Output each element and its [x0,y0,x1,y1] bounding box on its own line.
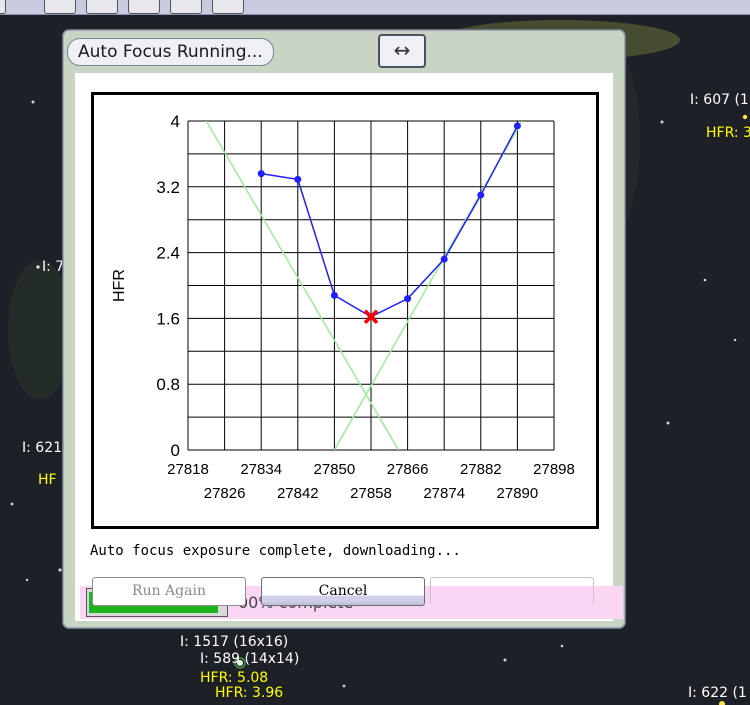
star-hfr-label: HF [38,472,57,488]
star-hfr-label: HFR: 5.08 [200,670,269,686]
hfr-data-point [404,295,412,303]
y-tick-label: 2.4 [156,244,180,263]
hfr-data-point [513,122,521,130]
toolbar-button[interactable] [44,0,76,14]
star-hfr-label: HFR: 3.96 [215,685,284,701]
star-intensity-label: I: 589 (14x14) [200,651,300,667]
dialog-titlebar[interactable]: Auto Focus Running... ↔ [63,30,625,72]
x-tick-label: 27866 [387,461,429,478]
x-tick-label: 27882 [460,461,502,478]
expand-button[interactable]: ↔ [378,34,426,68]
hfr-data-point [330,291,338,299]
star-intensity-label: I: 607 (1 [690,92,749,108]
hfr-focus-chart: 0 0.8 1.6 2.4 3.2 4 27818 27834 27850 27866 27882 2… [111,112,575,502]
y-tick-label: 1.6 [156,309,180,328]
hidden-button [430,577,594,605]
dialog-title: Auto Focus Running... [67,38,274,66]
x-tick-label: 27834 [240,461,282,478]
toolbar-button[interactable] [0,0,6,14]
hfr-data-point [294,175,302,183]
status-message: Auto focus exposure complete, downloadin… [90,543,461,559]
y-axis-label: HFR [111,269,128,302]
x-tick-label: 27842 [277,485,319,502]
double-arrow-horizontal-icon: ↔ [393,38,411,62]
hfr-data-point [257,170,265,178]
x-tick-label: 27874 [423,485,465,502]
star-hfr-label: HFR: 3 [706,125,750,141]
y-tick-label: 4 [171,112,180,131]
x-tick-label: 27818 [167,461,209,478]
run-again-button[interactable]: Run Again [92,577,246,606]
x-tick-label: 27858 [350,485,392,502]
x-tick-label: 27898 [533,461,575,478]
hfr-data-point [440,255,448,263]
x-tick-label: 27850 [314,461,356,478]
star-intensity-label: I: 622 (1 [688,685,747,701]
star-intensity-label: I: 1517 (16x16) [180,634,289,650]
app-toolbar [0,0,750,15]
y-tick-label: 3.2 [156,178,180,197]
auto-focus-dialog: Auto Focus Running... ↔ 0 0.8 1.6 2.4 3.2 4 27… [62,29,626,629]
y-tick-label: 0.8 [156,375,180,394]
hfr-series-line [261,125,519,318]
hfr-data-point [477,191,485,199]
toolbar-button[interactable] [212,0,244,14]
toolbar-button[interactable] [128,0,160,14]
focus-chart-frame: 0 0.8 1.6 2.4 3.2 4 27818 27834 27850 27866 27882 2… [91,92,599,529]
dialog-content: 0 0.8 1.6 2.4 3.2 4 27818 27834 27850 27866 27882 2… [75,73,623,621]
cancel-button[interactable]: Cancel [261,577,425,606]
star-intensity-label: I: 7 [42,259,65,275]
x-tick-label: 27890 [497,485,539,502]
x-tick-label: 27826 [204,485,246,502]
toolbar-button[interactable] [86,0,118,14]
y-tick-label: 0 [171,441,180,460]
toolbar-button[interactable] [170,0,202,14]
star-intensity-label: I: 621 [22,440,63,456]
